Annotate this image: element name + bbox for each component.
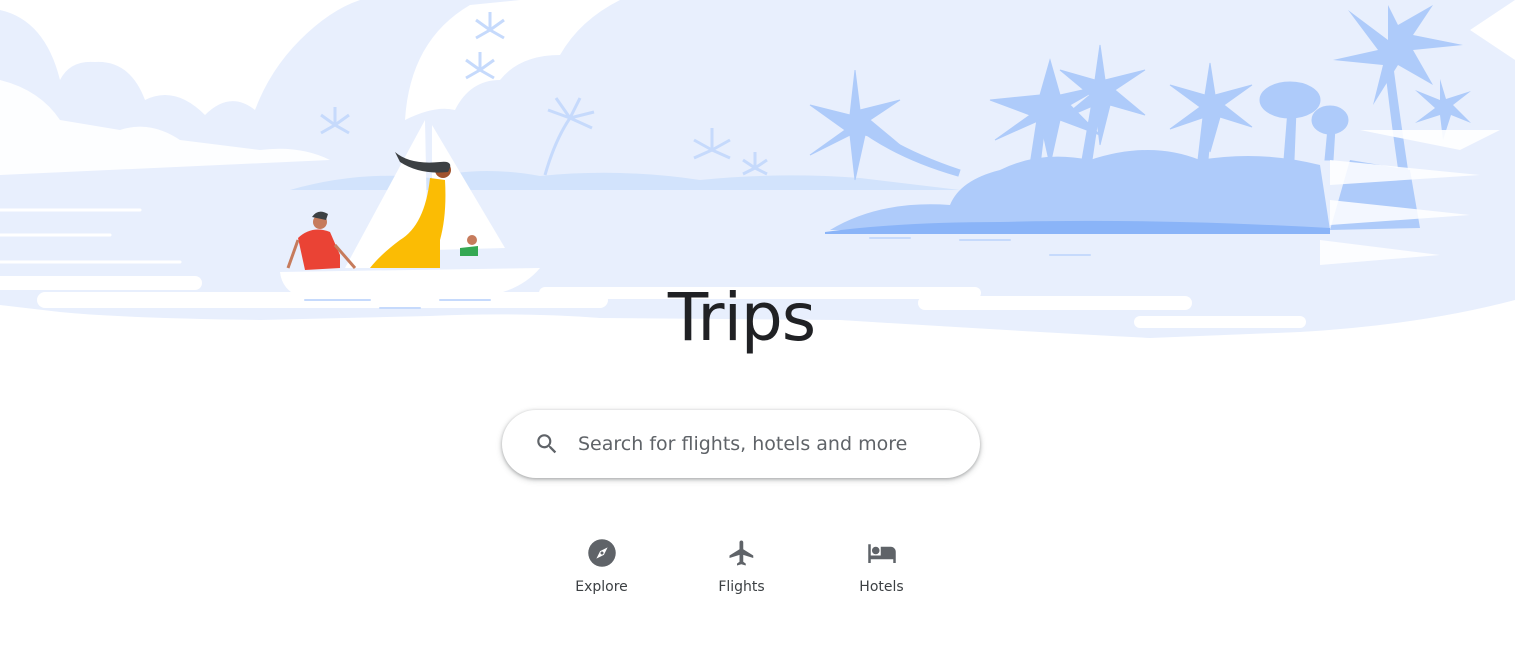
search-icon [537, 434, 557, 454]
nav-item-flights[interactable]: Flights [672, 538, 812, 595]
nav-item-hotels[interactable]: Hotels [812, 538, 952, 595]
bed-icon [867, 544, 896, 563]
search-box[interactable] [502, 410, 980, 478]
nav-label-hotels: Hotels [859, 579, 904, 595]
nav-shortcuts: Explore Flights Hotels [0, 538, 1483, 595]
nav-item-explore[interactable]: Explore [532, 538, 672, 595]
page-title: Trips [667, 279, 816, 356]
compass-icon [587, 539, 616, 567]
search-input[interactable] [576, 432, 960, 456]
nav-label-flights: Flights [718, 579, 765, 595]
airplane-icon [729, 540, 753, 566]
nav-label-explore: Explore [575, 579, 628, 595]
